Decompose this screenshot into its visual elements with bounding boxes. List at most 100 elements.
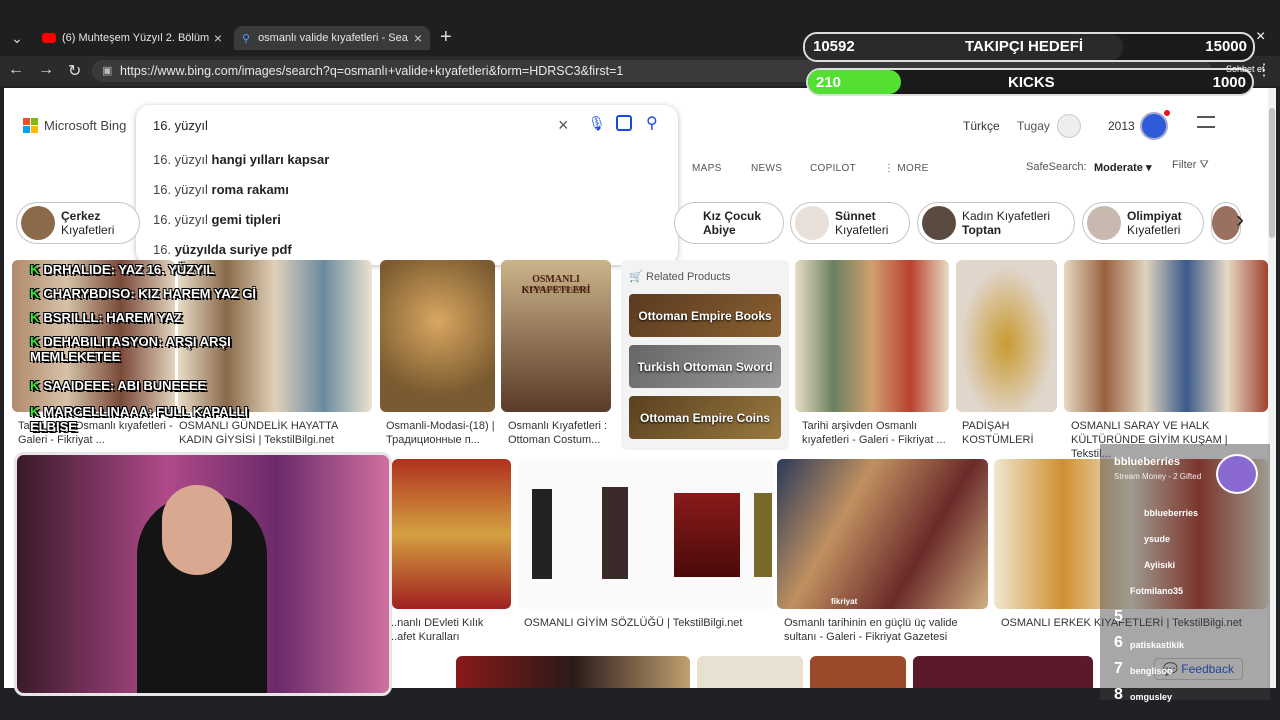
brand-name: Microsoft Bing bbox=[44, 118, 127, 133]
clear-search-icon[interactable]: × bbox=[558, 115, 569, 136]
chip-thumbnail bbox=[21, 206, 55, 240]
safesearch-dropdown[interactable]: Moderate ▾ bbox=[1094, 161, 1151, 174]
leaderboard-row: omgusley bbox=[1130, 692, 1173, 702]
leaderboard-rank: 6 bbox=[1114, 634, 1123, 651]
result-image[interactable] bbox=[810, 656, 906, 688]
chat-line: K CHARYBDISO: KIZ HAREM YAZ Gİ bbox=[30, 286, 257, 301]
close-icon[interactable]: × bbox=[214, 30, 222, 46]
visual-search-icon[interactable] bbox=[616, 115, 632, 131]
book-subtitle: OTTOMAN COSTUMES bbox=[524, 287, 588, 293]
forward-icon[interactable]: → bbox=[38, 61, 54, 79]
chat-toggle-text[interactable]: Sohbet et bbox=[1226, 64, 1265, 74]
leaderboard-row: Ayiisıki bbox=[1144, 560, 1176, 570]
image-caption[interactable]: Osmanlı Kıyafetleri : Ottoman Costum... bbox=[508, 419, 616, 447]
avatar-icon[interactable] bbox=[1057, 114, 1081, 138]
suggestion-item[interactable]: 16. yüzyıl roma rakamı bbox=[153, 182, 289, 197]
suggestion-item[interactable]: 16. yüzyılda suriye pdf bbox=[153, 242, 292, 257]
hamburger-menu-icon[interactable] bbox=[1197, 116, 1215, 128]
chip-thumbnail bbox=[1087, 206, 1121, 240]
result-image[interactable] bbox=[456, 656, 690, 688]
leaderboard-row: benglisoo bbox=[1130, 666, 1173, 676]
safesearch-label: SafeSearch: bbox=[1026, 161, 1087, 173]
image-watermark: fikriyat bbox=[831, 597, 858, 606]
image-caption[interactable]: Tarihi arşivden Osmanlı kıyafetleri - Ga… bbox=[802, 419, 952, 447]
cart-icon: 🛒 bbox=[629, 271, 643, 283]
follower-goal-bar: 10592 TAKIPÇI HEDEFİ 15000 bbox=[803, 32, 1255, 62]
close-icon[interactable]: × bbox=[414, 30, 422, 46]
result-image[interactable] bbox=[795, 260, 949, 412]
lock-icon: ▣ bbox=[102, 65, 113, 77]
bing-logo[interactable]: Microsoft Bing bbox=[23, 118, 126, 133]
back-icon[interactable]: ← bbox=[8, 61, 24, 79]
chip-thumbnail bbox=[922, 206, 956, 240]
leaderboard-row: Fotmilano35 bbox=[1130, 586, 1184, 596]
nav-copilot[interactable]: COPILOT bbox=[810, 163, 856, 174]
chips-next-icon[interactable]: › bbox=[1236, 206, 1244, 234]
result-image[interactable] bbox=[392, 459, 511, 609]
costume-figure bbox=[532, 489, 552, 579]
related-product-item[interactable]: Ottoman Empire Coins bbox=[629, 396, 781, 439]
costume-figure bbox=[754, 493, 772, 577]
related-product-item[interactable]: Turkish Ottoman Sword bbox=[629, 345, 781, 388]
related-products-panel: 🛒 Related Products Ottoman Empire Books … bbox=[621, 260, 789, 450]
leaderboard-title: bblueberries bbox=[1114, 456, 1181, 468]
result-image[interactable] bbox=[956, 260, 1057, 412]
image-caption[interactable]: Osmanli-Modasi-(18) | Традиционные п... bbox=[386, 419, 498, 447]
result-image[interactable] bbox=[697, 656, 803, 688]
mascot-avatar bbox=[1216, 454, 1258, 494]
image-caption[interactable]: Osmanlı tarihinin en güçlü üç valide sul… bbox=[784, 616, 984, 644]
scrollbar-thumb[interactable] bbox=[1269, 108, 1275, 238]
related-chip[interactable]: Çerkez Kıyafetleri bbox=[16, 202, 140, 244]
search-box: 16. yüzyıl × 🎙 ⚲ 16. yüzyıl hangi yıllar… bbox=[136, 105, 678, 265]
image-caption[interactable]: PADİŞAH KOSTÜMLERİ bbox=[962, 419, 1062, 447]
result-image[interactable] bbox=[1064, 260, 1268, 412]
chat-line: K SAAIDEEE: ABI BUNEEEE bbox=[30, 378, 207, 393]
image-caption[interactable]: ...nanlı DEvleti Kılık ...afet Kuralları bbox=[388, 616, 488, 644]
nav-more[interactable]: ⋮ MORE bbox=[884, 163, 929, 174]
costume-figure bbox=[674, 493, 740, 577]
filter-button[interactable]: Filter ⛛ bbox=[1172, 159, 1209, 172]
search-icon[interactable]: ⚲ bbox=[646, 113, 658, 133]
result-image[interactable] bbox=[380, 260, 495, 412]
suggestion-item[interactable]: 16. yüzyıl hangi yılları kapsar bbox=[153, 152, 329, 167]
rewards-icon[interactable] bbox=[1140, 112, 1168, 140]
suggestion-item[interactable]: 16. yüzyıl gemi tipleri bbox=[153, 212, 281, 227]
kicks-target: 1000 bbox=[1212, 74, 1246, 91]
chat-line: K BSRILLL: HAREM YAZ bbox=[30, 310, 183, 325]
result-image[interactable]: fikriyat bbox=[777, 459, 988, 609]
result-image[interactable] bbox=[518, 459, 774, 609]
user-name[interactable]: Tugay bbox=[1017, 119, 1050, 133]
follower-goal-target: 15000 bbox=[1205, 38, 1247, 55]
result-image[interactable] bbox=[913, 656, 1093, 688]
kicks-goal-bar: 210 KICKS 1000 bbox=[806, 68, 1254, 96]
webcam-overlay bbox=[14, 452, 392, 696]
microsoft-logo-icon bbox=[23, 118, 38, 133]
leaderboard-rank: 7 bbox=[1114, 660, 1123, 677]
leaderboard-row: ysude bbox=[1144, 534, 1171, 544]
search-input[interactable]: 16. yüzyıl bbox=[153, 118, 208, 133]
reload-icon[interactable]: ↻ bbox=[68, 61, 81, 81]
new-tab-icon[interactable]: + bbox=[440, 26, 452, 49]
streamer-head bbox=[162, 485, 232, 575]
nav-maps[interactable]: MAPS bbox=[692, 163, 722, 174]
tab-bing[interactable]: ⚲ osmanlı valide kıyafetleri - Search × bbox=[234, 26, 430, 50]
tab-youtube[interactable]: (6) Muhteşem Yüzyıl 2. Bölüm (HD) × bbox=[34, 26, 230, 50]
microphone-icon[interactable]: 🎙 bbox=[588, 115, 606, 132]
nav-news[interactable]: NEWS bbox=[751, 163, 782, 174]
result-image[interactable]: OSMANLI KIYAFETLERİ OTTOMAN COSTUMES bbox=[501, 260, 611, 412]
tab-youtube-label: (6) Muhteşem Yüzyıl 2. Bölüm (HD) bbox=[62, 32, 212, 44]
related-chip[interactable]: Olimpiyat Kıyafetleri bbox=[1082, 202, 1204, 244]
related-chip[interactable]: Kız Çocuk Abiye bbox=[674, 202, 784, 244]
rewards-points[interactable]: 2013 bbox=[1108, 119, 1135, 133]
related-products-title: Related Products bbox=[646, 271, 731, 283]
related-chip[interactable]: Kadın Kıyafetleri Toptan bbox=[917, 202, 1075, 244]
chat-line: K DEHABILITASYON: ARŞI ARŞI MEMLEKETEE bbox=[30, 334, 231, 364]
image-caption[interactable]: OSMANLI GİYİM SÖZLÜĞÜ | TekstilBilgi.net bbox=[524, 616, 774, 630]
leaderboard-row: bblueberries bbox=[1144, 508, 1199, 518]
related-product-item[interactable]: Ottoman Empire Books bbox=[629, 294, 781, 337]
language-link[interactable]: Türkçe bbox=[963, 119, 1000, 133]
related-chip[interactable]: Sünnet Kıyafetleri bbox=[790, 202, 910, 244]
tab-list-icon[interactable]: ⌄ bbox=[8, 30, 26, 48]
chat-line: K MARCELLINAAA: FULL KAPALLI ELBISE bbox=[30, 404, 249, 434]
close-overlay-icon[interactable]: × bbox=[1256, 28, 1265, 46]
